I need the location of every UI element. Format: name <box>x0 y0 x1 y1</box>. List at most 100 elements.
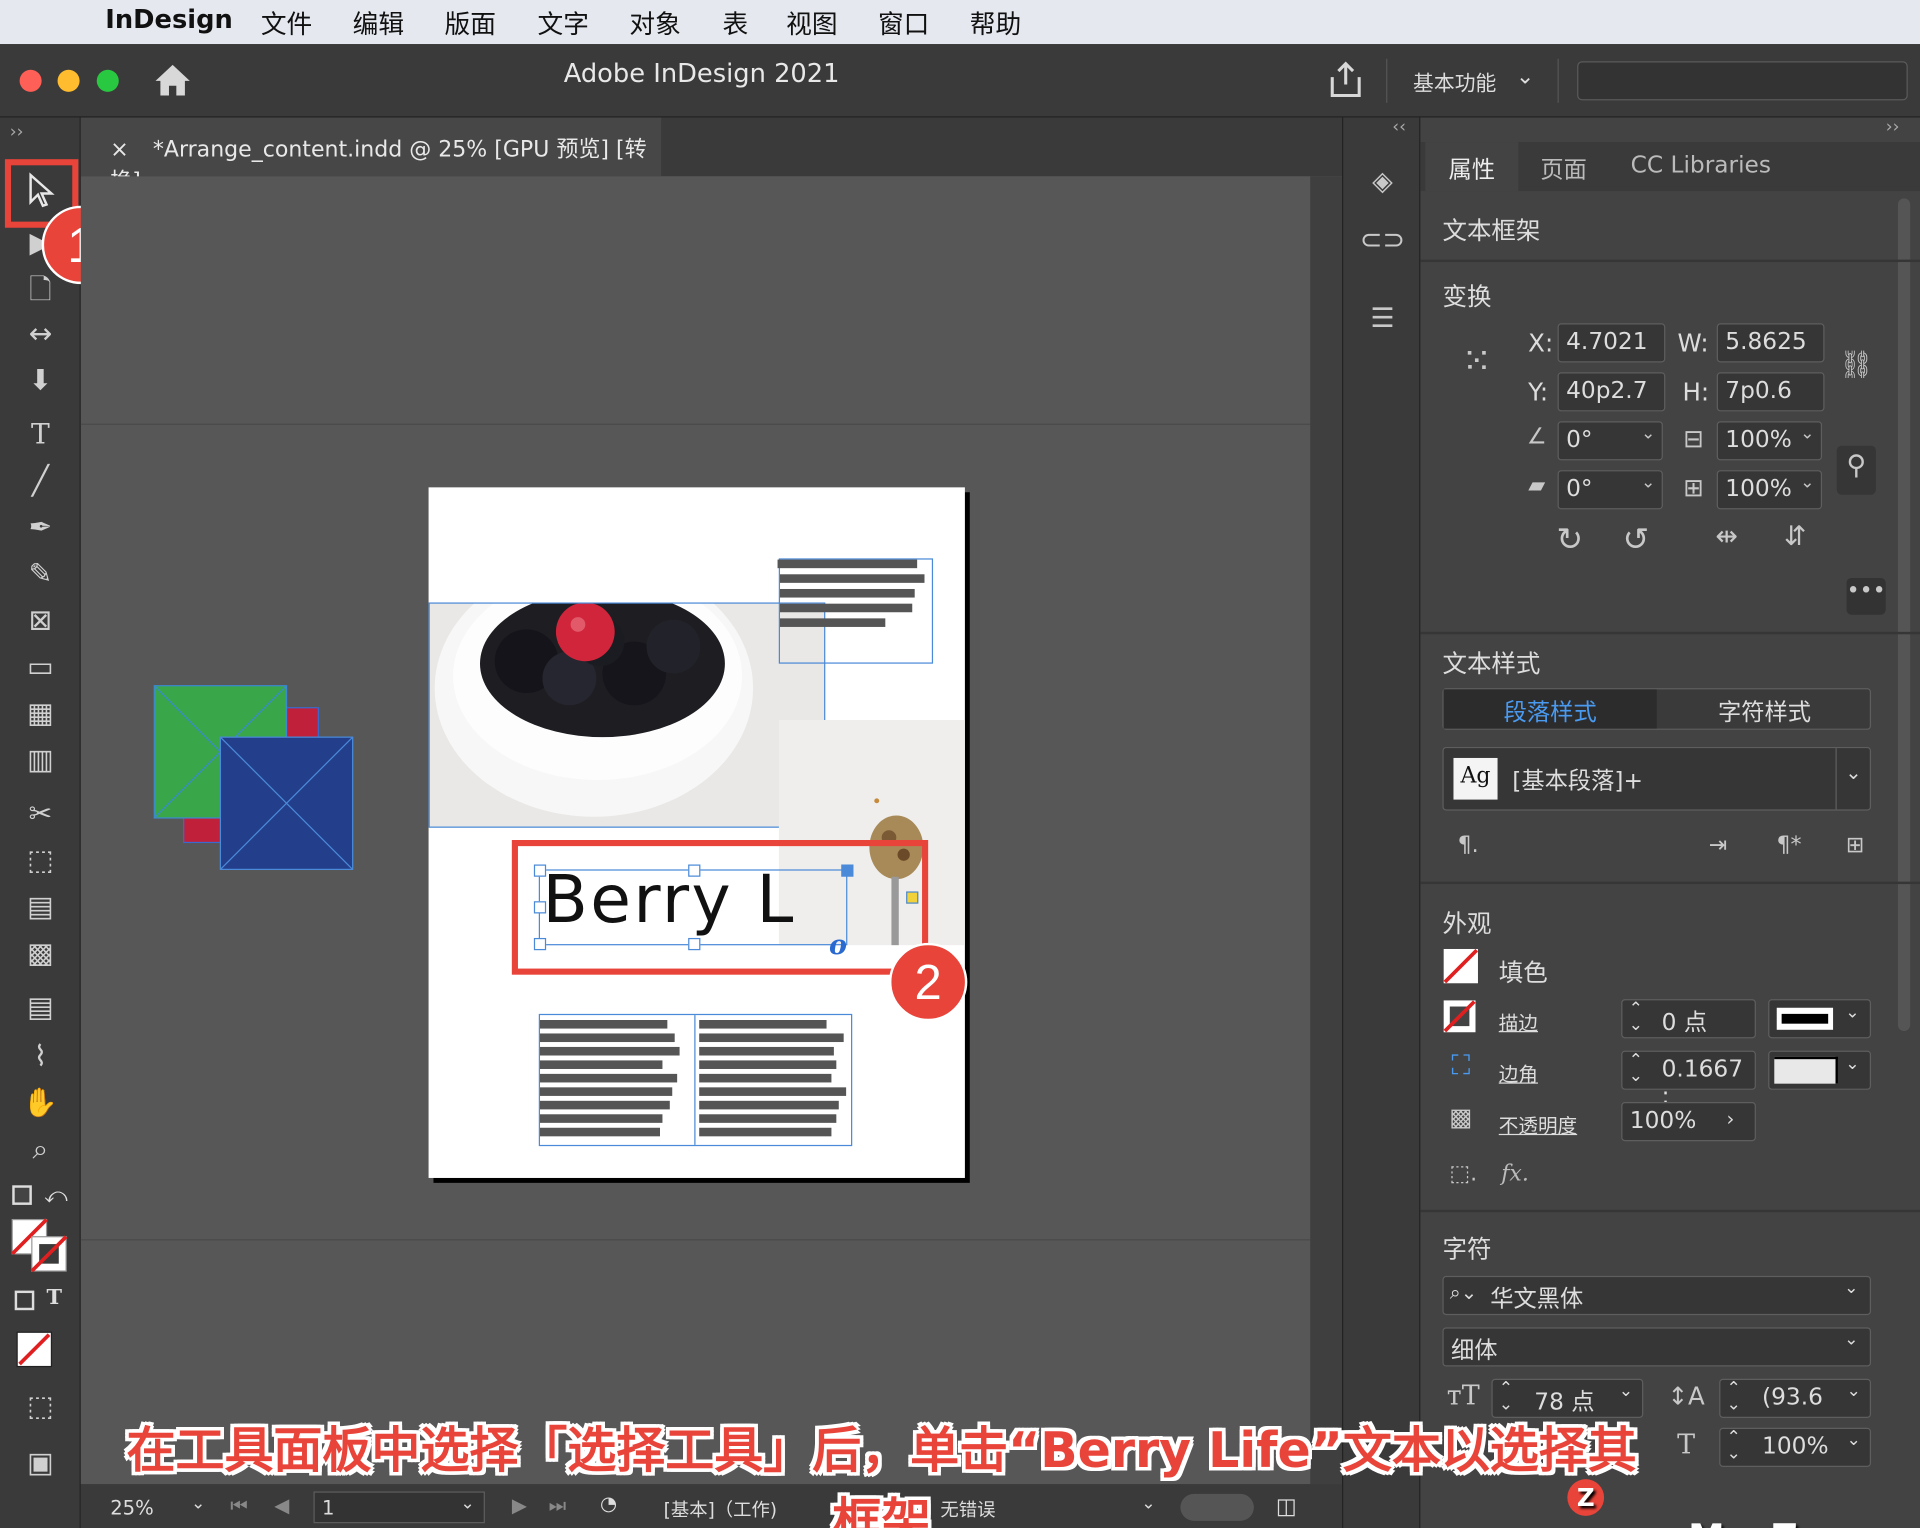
tab-paragraph-styles[interactable]: 段落样式 <box>1443 689 1657 729</box>
collapse-arrows-icon[interactable]: ›› <box>10 122 24 142</box>
y-field[interactable]: 40p2.7 <box>1557 372 1666 412</box>
chevron-down-icon[interactable]: ⌄ <box>1847 1381 1861 1401</box>
stepper-icon[interactable]: ⌃ ⌄ <box>1499 1380 1513 1413</box>
menu-help[interactable]: 帮助 <box>970 5 1021 42</box>
stepper-icon[interactable]: ⌃ ⌄ <box>1629 1000 1643 1034</box>
menu-edit[interactable]: 编辑 <box>353 5 404 42</box>
rotate-clockwise-icon[interactable]: ↻ <box>1548 522 1592 559</box>
opacity-field[interactable]: 100% <box>1621 1102 1756 1142</box>
first-page-icon[interactable]: ⏮ <box>230 1494 248 1518</box>
swap-colors-icon[interactable]: ⤺ <box>44 1183 68 1209</box>
chevron-down-icon[interactable]: ⌄ <box>1795 424 1819 444</box>
chevron-down-icon[interactable]: ⌄ <box>1845 760 1861 783</box>
more-options-icon[interactable]: ••• <box>1846 577 1886 615</box>
load-styles-icon[interactable]: ⇥ <box>1697 833 1739 859</box>
fill-stroke-swatch-icon[interactable] <box>10 1217 71 1276</box>
formatting-container-icon[interactable] <box>14 1290 35 1311</box>
scale-link-icon[interactable]: ⚲ <box>1836 445 1876 495</box>
rotate-counterclockwise-icon[interactable]: ↺ <box>1614 522 1658 559</box>
links-icon[interactable]: ⊂⊃ <box>1358 225 1407 256</box>
workspace-switcher[interactable]: 基本功能 <box>1413 66 1496 96</box>
close-tab-icon[interactable]: × <box>110 137 128 163</box>
screen-mode-icon[interactable]: ⬚ <box>16 1386 65 1428</box>
search-input[interactable] <box>1577 61 1908 101</box>
font-family-dropdown[interactable]: 华文黑体 <box>1442 1275 1872 1316</box>
menu-layout[interactable]: 版面 <box>444 5 495 42</box>
content-collector-icon[interactable]: ⬇ <box>16 360 65 402</box>
scissors-tool-icon[interactable]: ✂ <box>16 793 65 835</box>
split-view-icon[interactable]: ◫ <box>1276 1494 1297 1520</box>
stepper-icon[interactable]: ⌃ ⌄ <box>1629 1052 1643 1085</box>
formatting-text-icon[interactable]: T <box>47 1286 62 1310</box>
chevron-down-icon[interactable]: ⌄ <box>1141 1494 1155 1514</box>
h-field[interactable]: 7p0.6 <box>1716 372 1825 412</box>
horizontal-scrollbar[interactable] <box>1180 1493 1254 1521</box>
tab-character-styles[interactable]: 字符样式 <box>1658 689 1871 728</box>
stroke-label[interactable]: 描边 <box>1499 1007 1538 1036</box>
stroke-type-dropdown[interactable]: ⌄ <box>1768 999 1872 1039</box>
gradient-feather-tool-icon[interactable]: ▩ <box>16 933 65 975</box>
free-transform-tool-icon[interactable]: ⬚ <box>16 840 65 882</box>
chevron-down-icon[interactable]: ⌄ <box>1844 1278 1858 1298</box>
table-tool-icon[interactable]: ▦ <box>16 693 65 735</box>
reference-point-icon[interactable]: ⁙ <box>1450 340 1504 383</box>
chevron-down-icon[interactable]: ⌄ <box>1636 473 1660 493</box>
share-icon[interactable] <box>1327 60 1364 99</box>
new-style-icon[interactable]: ⊞ <box>1834 833 1876 859</box>
document-tab[interactable]: × *Arrange_content.indd @ 25% [GPU 预览] [… <box>80 117 662 195</box>
font-style-dropdown[interactable]: 细体 <box>1442 1327 1872 1367</box>
effects-icon[interactable]: ⬚. <box>1447 1161 1479 1187</box>
pasteboard[interactable]: Berry L o <box>80 176 1343 1485</box>
collapse-arrows-icon[interactable]: ›› <box>1886 118 1900 138</box>
chevron-down-icon[interactable]: ⌄ <box>191 1494 205 1514</box>
stroke-swatch-icon[interactable] <box>1442 999 1476 1033</box>
last-page-icon[interactable]: ⏭ <box>549 1494 567 1518</box>
zoom-tool-icon[interactable]: ⌕ <box>16 1129 65 1171</box>
text-frame-top-right[interactable] <box>777 558 934 664</box>
menu-type[interactable]: 文字 <box>538 5 589 42</box>
paragraph-icon[interactable]: ¶. <box>1450 833 1487 859</box>
collapse-arrows-icon[interactable]: ‹‹ <box>1392 118 1406 138</box>
corner-options-icon[interactable]: ⛶ <box>1442 1051 1479 1082</box>
fx-button[interactable]: fx. <box>1501 1161 1529 1187</box>
chevron-down-icon[interactable]: ⌄ <box>1847 1430 1861 1450</box>
clear-overrides-icon[interactable]: ¶* <box>1768 833 1810 859</box>
gap-tool-icon[interactable]: ↔ <box>16 313 65 355</box>
menu-app-name[interactable]: InDesign <box>105 5 233 34</box>
x-field[interactable]: 4.7021 <box>1557 323 1666 363</box>
zoom-level[interactable]: 25% <box>110 1496 154 1519</box>
tab-properties[interactable]: 属性 <box>1425 142 1519 192</box>
chevron-down-icon[interactable]: ⌄ <box>460 1494 474 1514</box>
chevron-down-icon[interactable]: ⌄ <box>1844 1330 1858 1350</box>
chevron-right-icon[interactable]: › <box>1727 1107 1735 1130</box>
chevron-down-icon[interactable]: ⌄ <box>1516 64 1534 90</box>
note-tool-icon[interactable]: ▤ <box>16 987 65 1029</box>
flip-horizontal-icon[interactable]: ⇹ <box>1704 522 1748 553</box>
menu-table[interactable]: 表 <box>722 5 748 42</box>
body-text-frame[interactable] <box>538 1013 853 1147</box>
layers-icon[interactable]: ◈ <box>1358 167 1407 198</box>
menu-view[interactable]: 视图 <box>786 5 837 42</box>
pencil-tool-icon[interactable]: ✎ <box>16 553 65 595</box>
previous-page-icon[interactable]: ◀ <box>274 1494 289 1517</box>
document-page[interactable]: Berry L o <box>428 487 965 1178</box>
tab-cc-libraries[interactable]: CC Libraries <box>1611 142 1790 191</box>
w-field[interactable]: 5.8625 <box>1716 323 1825 363</box>
overlapping-squares[interactable] <box>152 683 355 872</box>
gradient-swatch-tool-icon[interactable]: ▤ <box>16 887 65 929</box>
line-tool-icon[interactable]: ╱ <box>16 460 65 502</box>
eyedropper-tool-icon[interactable]: ⌇ <box>16 1036 65 1078</box>
pen-tool-icon[interactable]: ✒ <box>16 507 65 549</box>
flip-vertical-icon[interactable]: ⇵ <box>1773 522 1817 553</box>
rectangle-frame-tool-icon[interactable]: ⊠ <box>16 600 65 642</box>
fill-swatch-icon[interactable] <box>1442 948 1479 985</box>
default-colors-icon[interactable] <box>12 1185 32 1205</box>
stepper-icon[interactable]: ⌃ ⌄ <box>1727 1380 1741 1413</box>
hand-tool-icon[interactable]: ✋ <box>16 1082 65 1124</box>
stepper-icon[interactable]: ⌃ ⌄ <box>1727 1429 1741 1462</box>
tab-pages[interactable]: 页面 <box>1518 142 1609 191</box>
opacity-label[interactable]: 不透明度 <box>1499 1109 1577 1138</box>
text-wrap-icon[interactable]: ☰ <box>1358 304 1407 335</box>
menu-window[interactable]: 窗口 <box>878 5 929 42</box>
chevron-down-icon[interactable]: ⌄ <box>1795 473 1819 493</box>
